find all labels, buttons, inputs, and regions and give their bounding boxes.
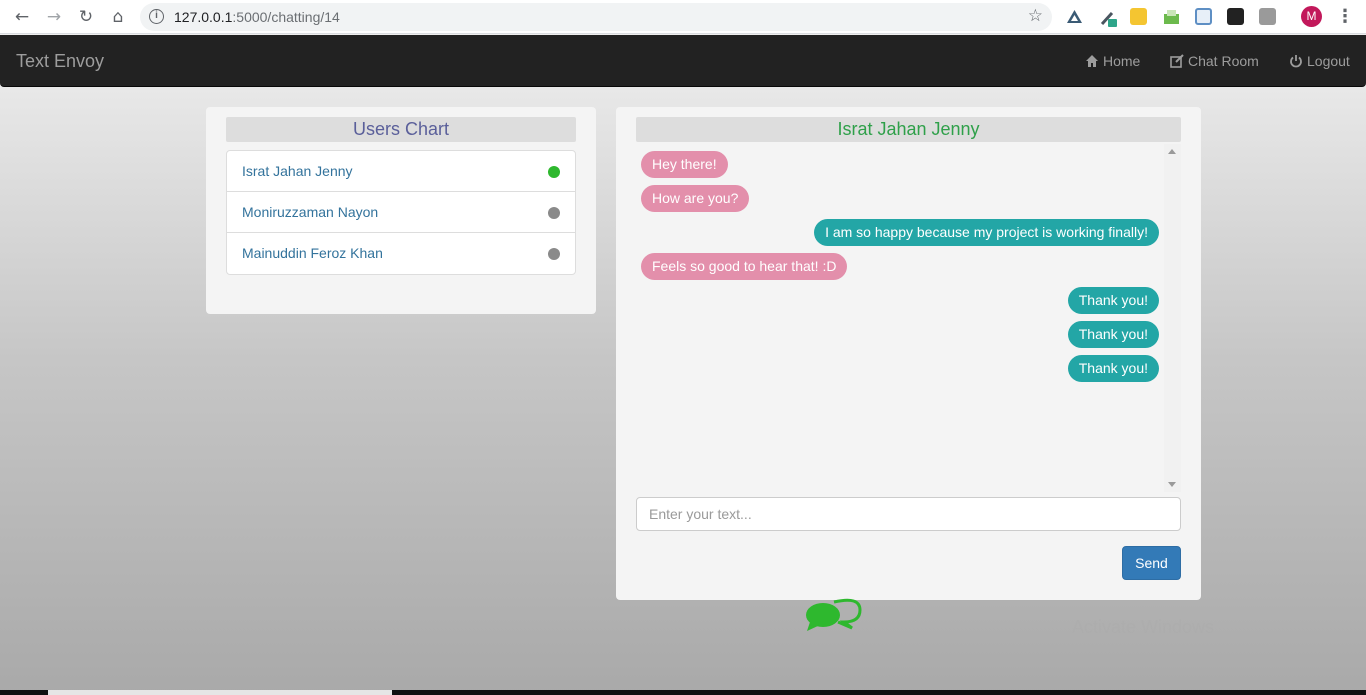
extension-profile-icon[interactable]	[1259, 8, 1276, 25]
chat-partner-title: Israt Jahan Jenny	[636, 117, 1181, 142]
chat-panel: Israt Jahan Jenny Hey there! How are you…	[616, 107, 1201, 600]
user-name: Moniruzzaman Nayon	[242, 204, 379, 220]
chat-bubbles-logo-icon	[804, 598, 864, 637]
incoming-message: How are you?	[641, 185, 750, 212]
site-info-icon[interactable]: i	[149, 9, 164, 24]
back-icon[interactable]: ←	[10, 5, 34, 29]
extension-notes-icon[interactable]	[1130, 8, 1147, 25]
nav-chat-room-link[interactable]: Chat Room	[1170, 53, 1259, 69]
message-area[interactable]: Hey there! How are you? I am so happy be…	[636, 144, 1181, 492]
user-list: Israt Jahan Jenny Moniruzzaman Nayon Mai…	[226, 150, 576, 275]
profile-avatar[interactable]: M	[1301, 6, 1322, 27]
nav-logout-label: Logout	[1307, 53, 1350, 69]
user-name: Mainuddin Feroz Khan	[242, 245, 383, 261]
brand-title[interactable]: Text Envoy	[16, 51, 104, 72]
extension-tab-icon[interactable]	[1227, 8, 1244, 25]
outgoing-message: Thank you!	[1067, 321, 1159, 348]
message-input[interactable]	[636, 497, 1181, 531]
user-list-item[interactable]: Mainuddin Feroz Khan	[227, 233, 575, 274]
browser-toolbar: ← → ↻ ⌂ i 127.0.0.1:5000/chatting/14 ☆ M…	[0, 0, 1366, 34]
bookmark-star-icon[interactable]: ☆	[1028, 6, 1043, 26]
home-icon	[1086, 55, 1098, 67]
users-panel: Users Chart Israt Jahan Jenny Moniruzzam…	[206, 107, 596, 314]
user-list-item[interactable]: Moniruzzaman Nayon	[227, 192, 575, 233]
outgoing-message: Thank you!	[1067, 287, 1159, 314]
send-button[interactable]: Send	[1122, 546, 1181, 580]
outgoing-message: Thank you!	[1067, 355, 1159, 382]
extension-eyedropper-icon[interactable]	[1099, 8, 1117, 27]
address-bar[interactable]: i 127.0.0.1:5000/chatting/14 ☆	[140, 3, 1052, 31]
edit-icon	[1170, 54, 1184, 68]
windows-activation-watermark: Activate Windows	[1072, 617, 1215, 637]
home-icon[interactable]: ⌂	[106, 5, 130, 29]
app-navbar: Text Envoy Home Chat Room Logout	[0, 35, 1366, 87]
extension-inbox-icon[interactable]	[1163, 8, 1180, 25]
extension-download-icon[interactable]	[1195, 8, 1212, 25]
power-icon	[1290, 55, 1302, 68]
incoming-message: Hey there!	[641, 151, 728, 178]
incoming-message: Feels so good to hear that! :D	[641, 253, 848, 280]
extension-drive-icon[interactable]	[1066, 8, 1083, 25]
online-status-dot	[548, 166, 560, 178]
url-text[interactable]: 127.0.0.1:5000/chatting/14	[174, 9, 340, 25]
offline-status-dot	[548, 207, 560, 219]
scroll-down-icon[interactable]	[1168, 482, 1176, 487]
nav-chat-room-label: Chat Room	[1188, 53, 1259, 69]
nav-home-link[interactable]: Home	[1085, 53, 1140, 69]
taskbar	[0, 690, 1366, 695]
user-name: Israt Jahan Jenny	[242, 163, 353, 179]
browser-menu-icon[interactable]: ⋮	[1336, 6, 1354, 27]
nav-home-label: Home	[1103, 53, 1141, 69]
reload-icon[interactable]: ↻	[74, 5, 98, 29]
user-list-item[interactable]: Israt Jahan Jenny	[227, 151, 575, 192]
outgoing-message: I am so happy because my project is work…	[814, 219, 1159, 246]
users-panel-title: Users Chart	[226, 117, 576, 142]
offline-status-dot	[548, 248, 560, 260]
message-scrollbar[interactable]	[1164, 144, 1181, 492]
forward-icon[interactable]: →	[42, 5, 66, 29]
scroll-up-icon[interactable]	[1168, 149, 1176, 154]
nav-logout-link[interactable]: Logout	[1289, 53, 1350, 69]
